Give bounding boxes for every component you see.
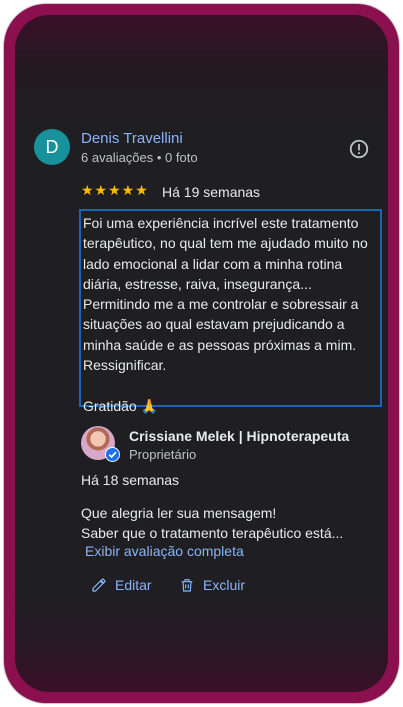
owner-name: Crissiane Melek | Hipnoterapeuta — [129, 428, 350, 444]
review-screen: D Denis Travellini 6 avaliações • 0 foto… — [15, 15, 388, 692]
edit-button[interactable]: Editar — [91, 577, 152, 593]
delete-button[interactable]: Excluir — [179, 577, 245, 593]
trash-icon — [181, 579, 193, 592]
star-rating: ★★★★★ — [81, 182, 149, 198]
reviewer-name[interactable]: Denis Travellini — [81, 130, 183, 147]
edit-label: Editar — [115, 577, 152, 593]
report-icon[interactable] — [348, 138, 370, 160]
review-date: Há 19 semanas — [162, 184, 261, 200]
reviewer-meta: 6 avaliações • 0 foto — [81, 150, 198, 165]
pencil-icon — [92, 578, 106, 592]
response-date: Há 18 semanas — [81, 472, 180, 488]
response-text: Que alegria ler sua mensagem! Saber que … — [81, 505, 344, 541]
owner-role: Proprietário — [129, 447, 197, 462]
reviewer-avatar[interactable]: D — [34, 129, 70, 165]
review-text: Foi uma experiência incrível este tratam… — [83, 215, 368, 414]
delete-label: Excluir — [203, 577, 246, 593]
verified-badge-icon — [105, 447, 120, 462]
phone-frame: D Denis Travellini 6 avaliações • 0 foto… — [4, 4, 399, 703]
review-text-box[interactable]: Foi uma experiência incrível este tratam… — [79, 209, 382, 414]
show-full-review-link[interactable]: Exibir avaliação completa — [85, 543, 244, 559]
